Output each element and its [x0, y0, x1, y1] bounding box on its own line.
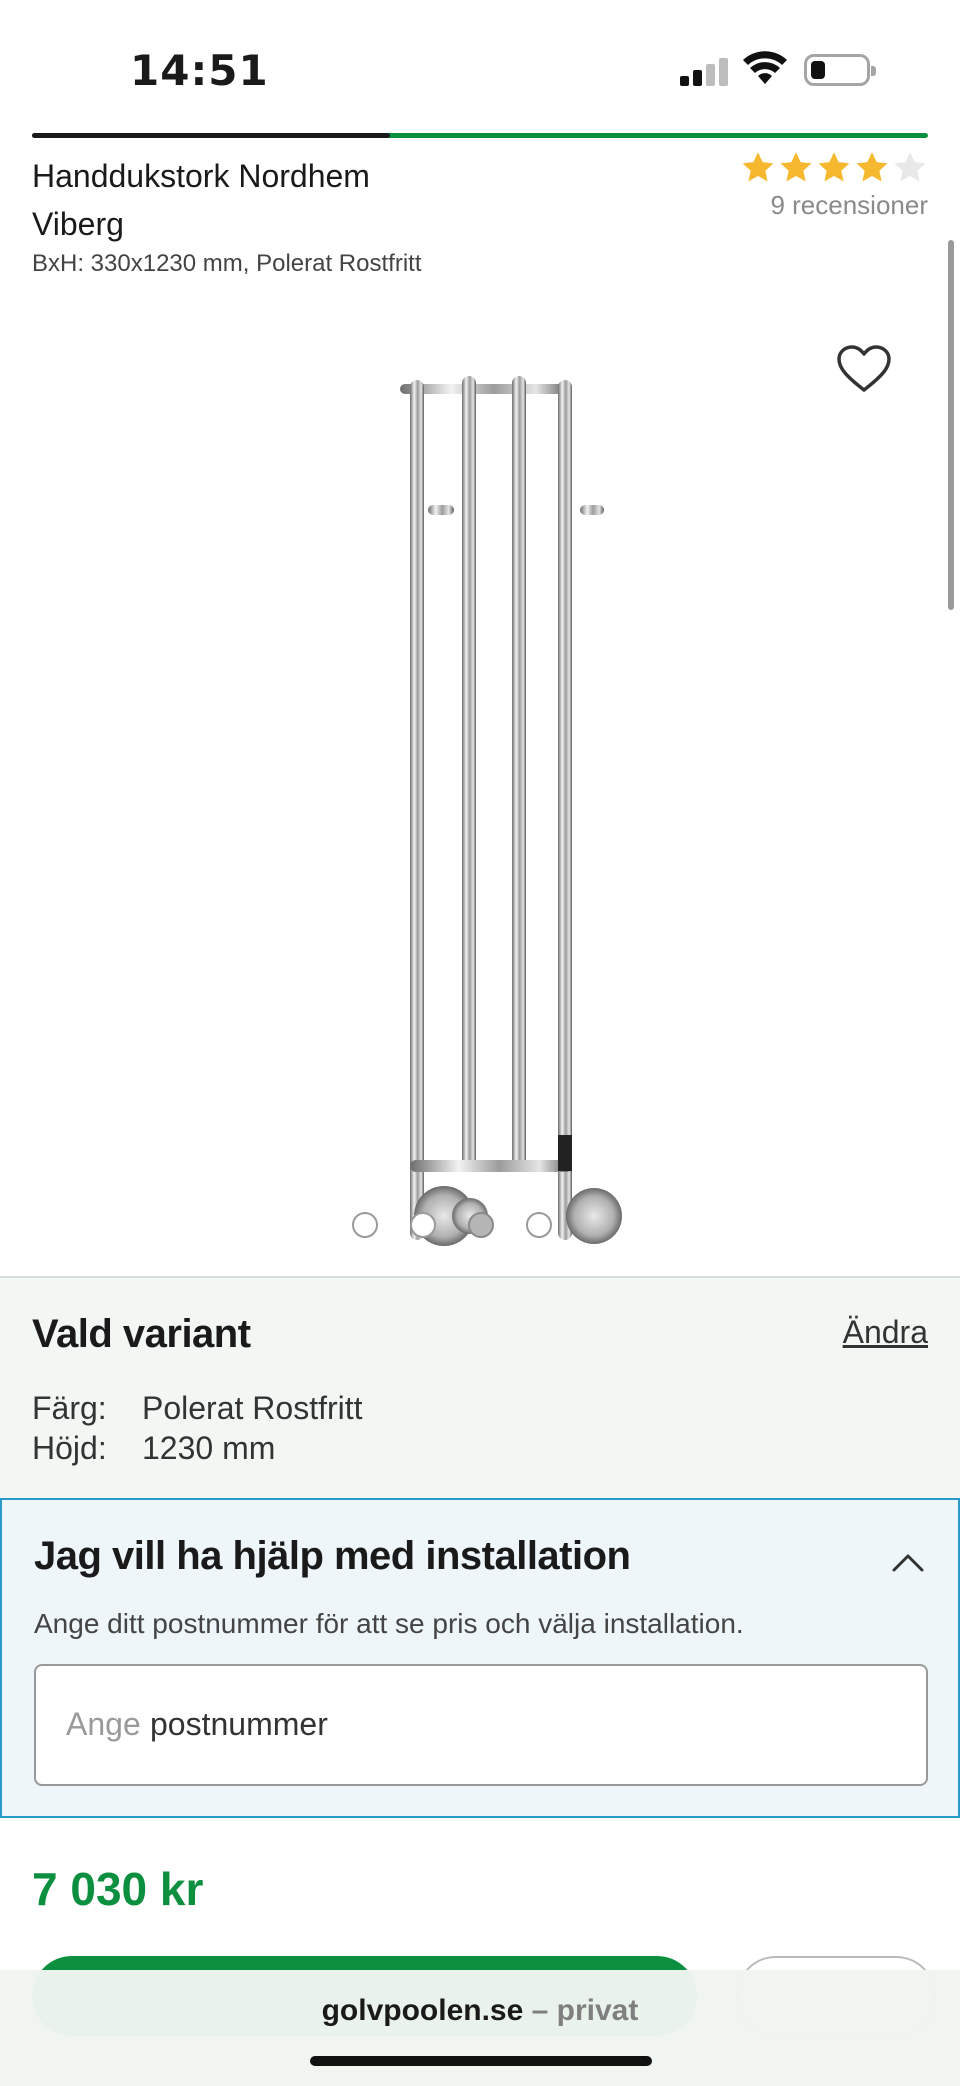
variant-title: Vald variant: [32, 1312, 251, 1356]
star-filled-icon: [780, 152, 812, 182]
gallery-dot[interactable]: [468, 1212, 494, 1238]
url-mode: – privat: [523, 1994, 639, 2027]
variant-value: Polerat Rostfritt: [142, 1390, 363, 1426]
signal-icon: [680, 56, 730, 86]
status-time: 14:51: [130, 46, 269, 95]
change-variant-link[interactable]: Ändra: [843, 1314, 928, 1351]
variant-value: 1230 mm: [142, 1430, 276, 1466]
gallery-dot[interactable]: [526, 1212, 552, 1238]
postal-code-value: postnummer: [150, 1706, 328, 1742]
variant-key: Färg:: [32, 1390, 107, 1426]
product-rating[interactable]: 9 recensioner: [728, 150, 928, 221]
selected-variant-panel: Vald variant Ändra Färg: Polerat Rostfri…: [0, 1276, 960, 1498]
home-indicator[interactable]: [310, 2056, 652, 2066]
chevron-up-icon[interactable]: [890, 1544, 926, 1580]
product-title: Handdukstork Nordhem Viberg: [32, 158, 370, 242]
installation-title[interactable]: Jag vill ha hjälp med installation: [34, 1534, 631, 1579]
reviews-count[interactable]: 9 recensioner: [728, 190, 928, 221]
url-domain: golvpoolen.se: [321, 1994, 524, 2027]
browser-url-bar[interactable]: golvpoolen.se – privat: [0, 1970, 960, 2086]
rating-stars: [728, 150, 928, 186]
product-image[interactable]: [390, 370, 630, 1260]
variant-row-color: Färg: Polerat Rostfritt: [32, 1390, 363, 1427]
installation-panel: Jag vill ha hjälp med installation Ange …: [0, 1498, 960, 1818]
status-bar: 14:51: [0, 0, 960, 130]
wifi-icon: [743, 51, 787, 84]
star-filled-icon: [818, 152, 850, 182]
gallery-dot[interactable]: [352, 1212, 378, 1238]
star-empty-icon: [894, 152, 926, 182]
gallery-dots: [352, 1212, 552, 1238]
star-filled-icon: [742, 152, 774, 182]
variant-row-height: Höjd: 1230 mm: [32, 1430, 275, 1467]
page-progress-fill: [32, 133, 391, 138]
installation-description: Ange ditt postnummer för att se pris och…: [34, 1608, 744, 1639]
postal-code-input[interactable]: Ange postnummer: [34, 1664, 928, 1786]
variant-key: Höjd:: [32, 1430, 107, 1466]
product-subtitle: BxH: 330x1230 mm, Polerat Rostfritt: [32, 250, 422, 277]
product-price: 7 030 kr: [32, 1863, 204, 1915]
heart-icon[interactable]: [836, 344, 892, 394]
gallery-dot[interactable]: [410, 1212, 436, 1238]
url-text[interactable]: golvpoolen.se – privat: [0, 1994, 960, 2028]
page-progress-bar: [32, 133, 928, 138]
postal-code-placeholder: Ange: [66, 1706, 141, 1742]
star-filled-icon: [856, 152, 888, 182]
battery-icon: [804, 54, 876, 86]
